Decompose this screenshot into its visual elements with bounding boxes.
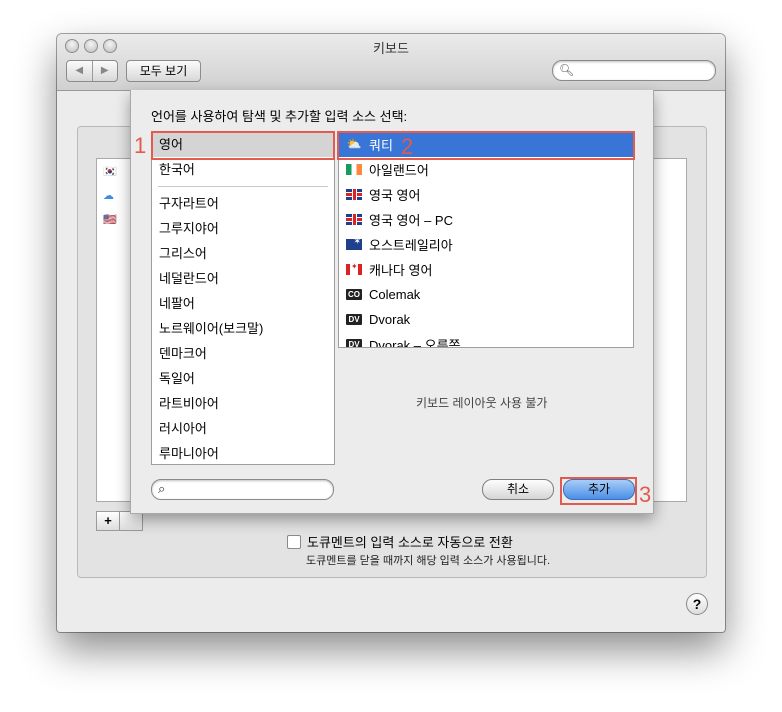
annotation-number-2: 2 [401, 134, 414, 159]
language-list[interactable]: 영어 한국어 구자라트어 그루지야어 그리스어 네덜란드어 네팔어 노르웨이어(… [151, 131, 335, 465]
annotation-number-1: 1 [134, 133, 147, 158]
back-arrow-icon[interactable]: ◀ [67, 61, 92, 81]
language-item[interactable]: 그리스어 [152, 241, 334, 266]
language-item[interactable]: 네덜란드어 [152, 266, 334, 291]
language-item[interactable]: 루마니아어 [152, 441, 334, 464]
source-item[interactable]: DV Dvorak [339, 307, 633, 332]
remove-input-source-button[interactable] [119, 511, 143, 531]
source-item[interactable]: 캐나다 영어 [339, 257, 633, 282]
layout-unavailable-text: 키보드 레이아웃 사용 불가 [416, 396, 548, 410]
search-icon: ⌕ [158, 481, 166, 496]
source-label: 영국 영어 [369, 188, 421, 203]
language-item[interactable]: 독일어 [152, 366, 334, 391]
annotation-box-1 [151, 131, 335, 160]
korean-flag-icon: 🇰🇷 [103, 166, 117, 178]
auto-switch-label: 도큐멘트의 입력 소스로 자동으로 전환 [307, 535, 513, 550]
language-item[interactable]: 네팔어 [152, 291, 334, 316]
auto-switch-note: 도큐멘트를 닫을 때까지 해당 입력 소스가 사용됩니다. [306, 555, 551, 567]
language-item[interactable]: 그루지야어 [152, 216, 334, 241]
annotation-box-2 [337, 131, 635, 160]
source-item[interactable]: 오스트레일리아 [339, 232, 633, 257]
source-label: Dvorak – 오른쪽 [369, 338, 461, 348]
dvorak-right-badge-icon: DV [346, 339, 362, 347]
auto-switch-option[interactable]: 도큐멘트의 입력 소스로 자동으로 전환 [287, 532, 513, 551]
sheet-title: 언어를 사용하여 탐색 및 추가할 입력 소스 선택: [151, 109, 408, 124]
language-item[interactable]: 노르웨이어(보크말) [152, 316, 334, 341]
uk-flag-icon [346, 189, 362, 200]
source-label: 캐나다 영어 [369, 263, 433, 278]
source-label: Colemak [369, 287, 421, 302]
preferences-search-input[interactable]: 🔍︎ [552, 60, 716, 81]
search-icon: 🔍︎ [559, 63, 575, 77]
language-separator [158, 186, 328, 187]
australia-flag-icon [346, 236, 362, 250]
language-search-input[interactable]: ⌕ [151, 479, 334, 500]
annotation-box-3 [560, 477, 637, 505]
source-item[interactable]: 아일랜드어 [339, 157, 633, 182]
ireland-flag-icon [346, 164, 362, 175]
us-flag-icon: 🇺🇸 [103, 214, 117, 226]
dvorak-badge-icon: DV [346, 314, 362, 325]
source-item[interactable]: CO Colemak [339, 282, 633, 307]
cancel-button[interactable]: 취소 [482, 479, 554, 500]
uk-pc-flag-icon [346, 214, 362, 225]
source-label: 영국 영어 – PC [369, 213, 453, 228]
help-button[interactable]: ? [686, 593, 708, 615]
language-item[interactable]: 러시아어 [152, 416, 334, 441]
source-label: Dvorak [369, 312, 411, 327]
auto-switch-checkbox[interactable] [287, 534, 301, 549]
window-title: 키보드 [373, 41, 409, 56]
add-input-source-button[interactable]: + [96, 511, 120, 531]
source-item[interactable]: 영국 영어 [339, 182, 633, 207]
language-item[interactable]: 한국어 [152, 157, 334, 182]
language-item[interactable]: 라트비아어 [152, 391, 334, 416]
source-item[interactable]: DV Dvorak – 오른쪽 [339, 332, 633, 348]
language-item[interactable]: 덴마크어 [152, 341, 334, 366]
weather-icon: ☁ [103, 190, 114, 202]
annotation-number-3: 3 [639, 482, 652, 507]
source-label: 오스트레일리아 [369, 238, 453, 253]
source-label: 아일랜드어 [369, 163, 429, 178]
title-bar: 키보드 ◀ ▶ 모두 보기 🔍︎ [57, 34, 725, 91]
input-source-choices[interactable]: ⛅ 쿼티 아일랜드어 영국 영어 영국 영어 – PC 오스트레일리아 캐나다 … [338, 131, 634, 348]
forward-arrow-icon[interactable]: ▶ [91, 61, 118, 81]
colemak-badge-icon: CO [346, 289, 362, 300]
canada-flag-icon [346, 262, 362, 275]
show-all-button[interactable]: 모두 보기 [126, 60, 201, 82]
source-item[interactable]: 영국 영어 – PC [339, 207, 633, 232]
nav-segmented-control: ◀ ▶ [66, 60, 118, 82]
language-item[interactable]: 구자라트어 [152, 191, 334, 216]
